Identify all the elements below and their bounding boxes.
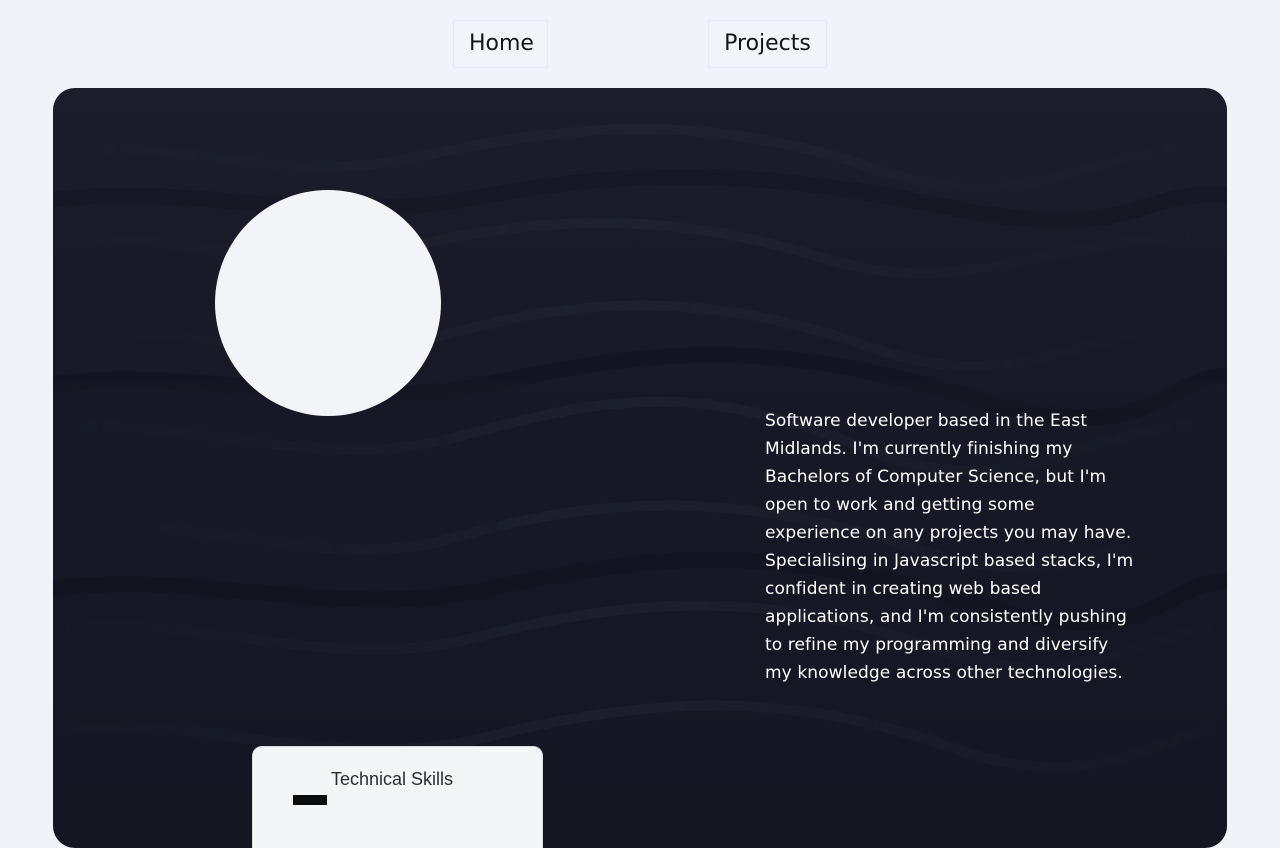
hero-section: Software developer based in the East Mid… [53,88,1227,848]
technical-skills-title: Technical Skills [331,769,454,789]
technical-skills-card[interactable]: Technical Skills [252,746,543,848]
nav-projects-button[interactable]: Projects [708,20,827,68]
skills-icon [293,795,327,805]
nav-home-button[interactable]: Home [453,20,548,68]
profile-avatar [215,190,441,416]
bio-text: Software developer based in the East Mid… [765,411,1134,683]
top-navigation: Home Projects [0,0,1280,88]
